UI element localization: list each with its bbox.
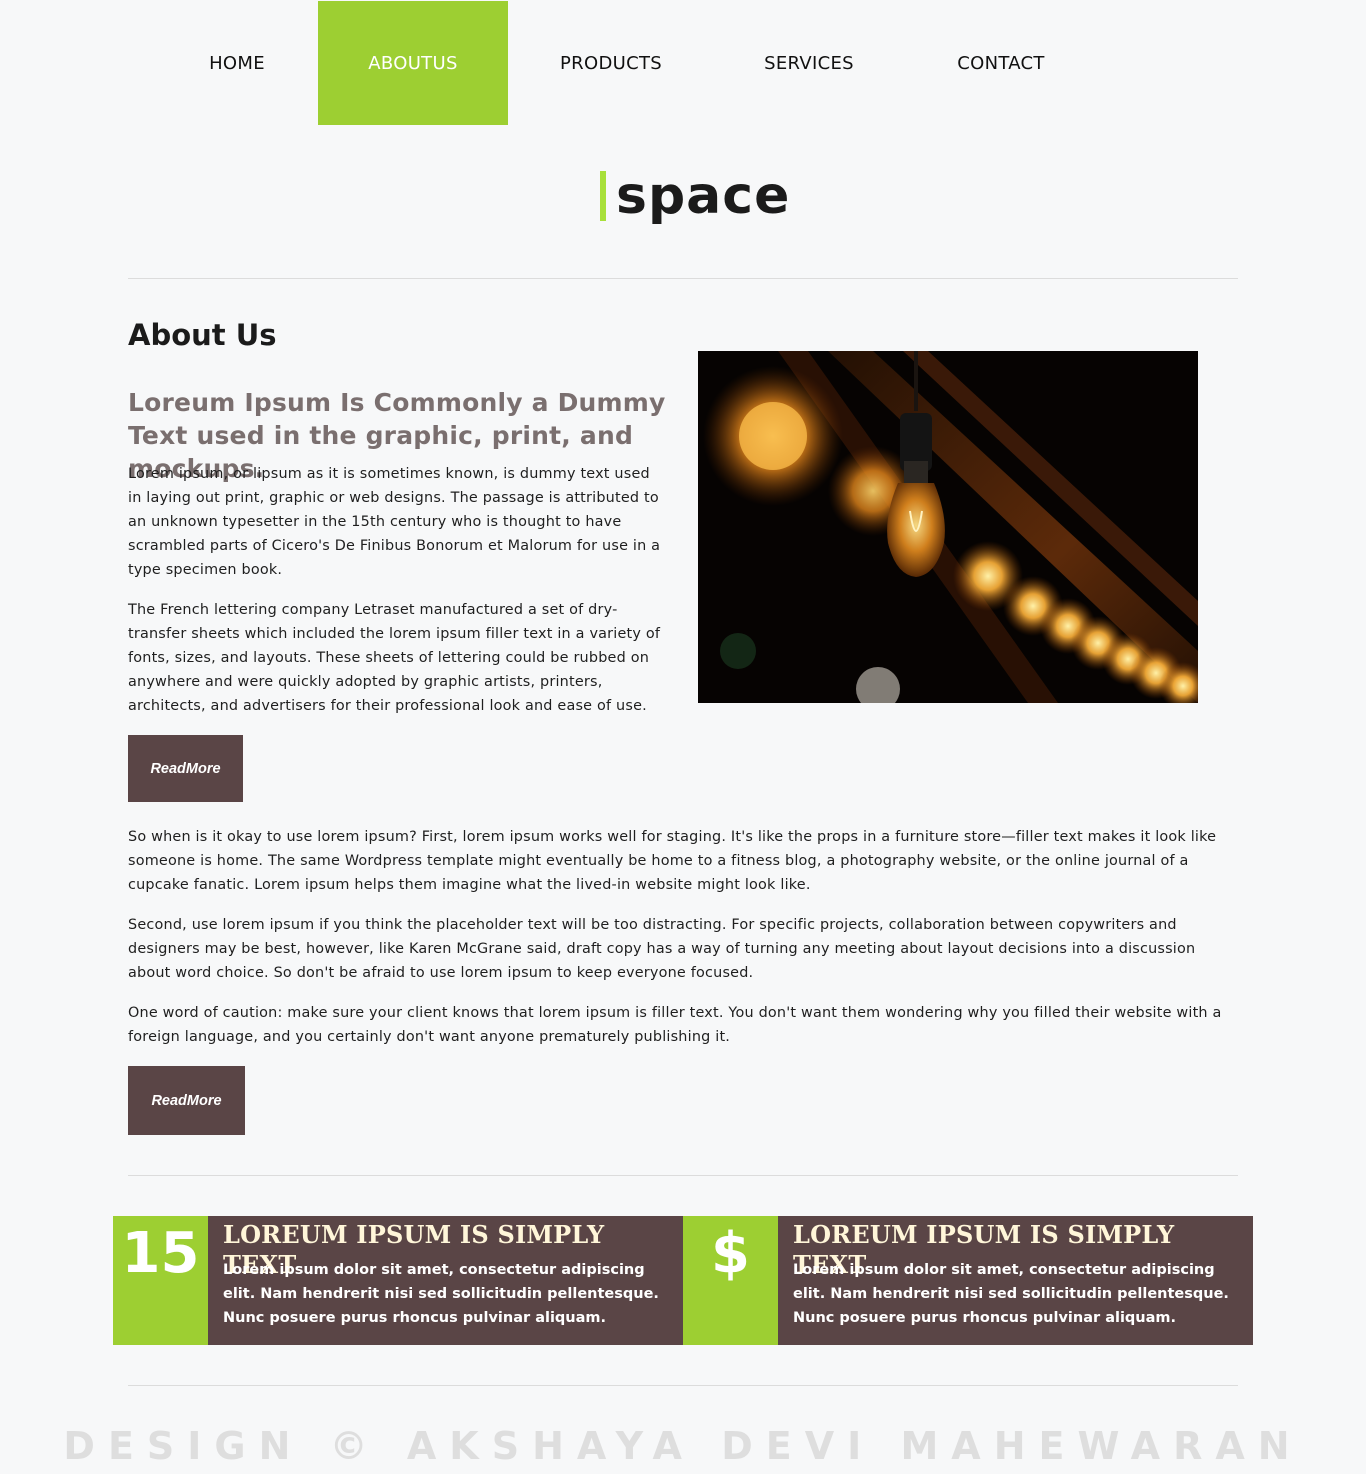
nav-item-aboutus[interactable]: ABOUTUS: [318, 1, 508, 125]
divider: [128, 278, 1238, 279]
feature-badge: $: [683, 1216, 778, 1345]
feature-badge-text: 15: [121, 1221, 200, 1286]
about-paragraph-4: Second, use lorem ipsum if you think the…: [128, 917, 1196, 981]
feature-badge: 15: [113, 1216, 208, 1345]
main-nav: HOME ABOUTUS PRODUCTS SERVICES CONTACT: [0, 0, 1366, 126]
feature-text: Lorem ipsum dolor sit amet, consectetur …: [223, 1262, 659, 1326]
logo-text: space: [616, 166, 791, 226]
logo-accent-bar: [600, 171, 606, 221]
page-title: About Us: [128, 318, 277, 352]
divider: [128, 1175, 1238, 1176]
nav-item-services[interactable]: SERVICES: [714, 1, 904, 125]
lightbulb-photo: [698, 351, 1198, 703]
dollar-icon: $: [711, 1221, 750, 1286]
read-more-button-2[interactable]: ReadMore: [128, 1066, 245, 1135]
feature-card: $ LOREUM IPSUM IS SIMPLY TEXT Lorem ipsu…: [683, 1216, 1253, 1345]
nav-item-products[interactable]: PRODUCTS: [516, 1, 706, 125]
nav-item-home[interactable]: HOME: [142, 1, 332, 125]
about-paragraph-3: So when is it okay to use lorem ipsum? F…: [128, 829, 1217, 893]
about-paragraph-1: Lorem ipsum, or lipsum as it is sometime…: [128, 466, 661, 578]
read-more-button-1[interactable]: ReadMore: [128, 735, 243, 802]
divider: [128, 1385, 1238, 1386]
nav-item-contact[interactable]: CONTACT: [906, 1, 1096, 125]
site-logo[interactable]: space: [600, 166, 790, 226]
feature-text: Lorem ipsum dolor sit amet, consectetur …: [793, 1262, 1229, 1326]
footer-credit: DESIGN © AKSHAYA DEVI MAHEWARAN: [63, 1424, 1303, 1468]
about-paragraph-5: One word of caution: make sure your clie…: [128, 1005, 1222, 1045]
about-paragraph-2: The French lettering company Letraset ma…: [128, 602, 661, 714]
feature-card: 15 LOREUM IPSUM IS SIMPLY TEXT Lorem ips…: [113, 1216, 683, 1345]
